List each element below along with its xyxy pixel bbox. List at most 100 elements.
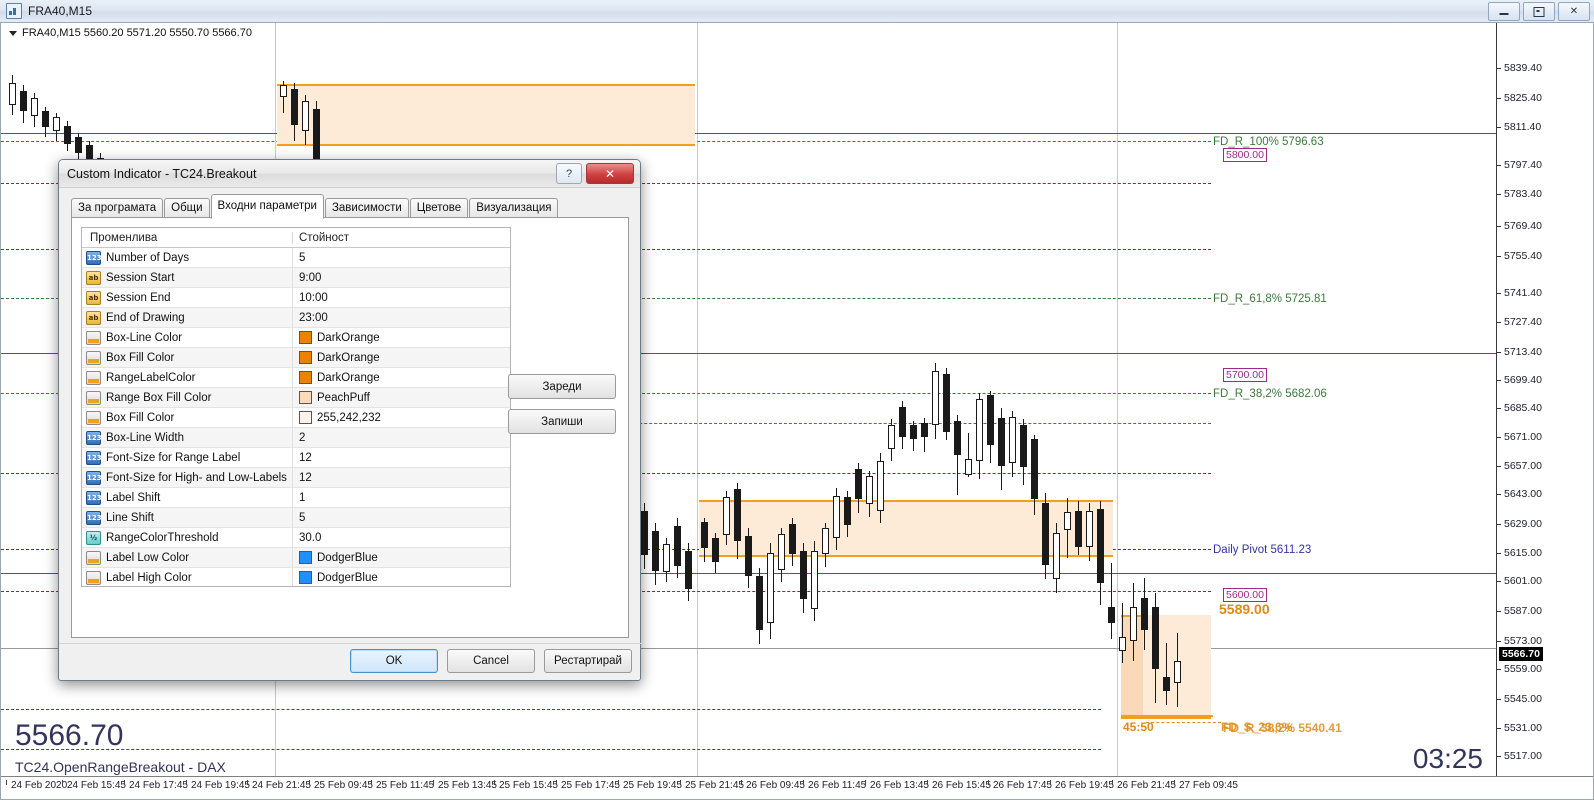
price-level-connector — [1111, 133, 1221, 134]
table-row[interactable]: Box Fill Color DarkOrange — [82, 348, 510, 368]
parameter-value-cell[interactable]: DarkOrange — [292, 368, 510, 387]
table-row[interactable]: Box-Line Color DarkOrange — [82, 328, 510, 348]
table-row[interactable]: 123 Box-Line Width 2 — [82, 428, 510, 448]
parameter-value-cell[interactable]: DarkOrange — [292, 348, 510, 367]
range-high-label: 5589.00 — [1219, 601, 1270, 617]
tab-visualization[interactable]: Визуализация — [469, 198, 559, 218]
table-row[interactable]: 123 Number of Days 5 — [82, 248, 510, 268]
parameter-value: DarkOrange — [317, 351, 380, 364]
table-row[interactable]: ½ RangeColorThreshold 30.0 — [82, 528, 510, 548]
table-row[interactable]: ab End of Drawing 23:00 — [82, 308, 510, 328]
parameter-value-cell[interactable]: 12 — [292, 468, 510, 487]
color-swatch — [299, 551, 312, 564]
parameter-label: Label Shift — [106, 491, 161, 504]
number-icon: 123 — [86, 490, 102, 505]
fib-r-618-label: FD_R_61,8% 5725.81 — [1213, 293, 1327, 305]
chart-big-price: 5566.70 — [15, 719, 124, 752]
time-tick: 26 Feb 15:45 — [927, 780, 991, 791]
time-tick: 25 Feb 15:45 — [494, 780, 558, 791]
table-row[interactable]: 123 Line Shift 5 — [82, 508, 510, 528]
parameter-value-cell[interactable]: 5 — [292, 508, 510, 527]
parameter-value: DodgerBlue — [317, 551, 378, 564]
metatrader-window: FRA40,M15 ✕ FRA40,M15 5560.20 5571.20 55… — [0, 0, 1594, 800]
restart-button[interactable]: Рестартирай — [544, 649, 632, 673]
ok-button[interactable]: OK — [350, 649, 438, 673]
price-scale[interactable]: 5839.40 5825.40 5811.40 5797.40 5783.40 … — [1496, 23, 1593, 799]
parameter-value-cell[interactable]: 9:00 — [292, 268, 510, 287]
parameter-value-cell[interactable]: 5 — [292, 248, 510, 267]
parameter-value-cell[interactable]: PeachPuff — [292, 388, 510, 407]
custom-indicator-dialog[interactable]: Custom Indicator - TC24.Breakout ? ✕ За … — [58, 159, 642, 681]
chevron-down-icon[interactable] — [9, 30, 17, 36]
table-row[interactable]: 123 Font-Size for High- and Low-Labels 12 — [82, 468, 510, 488]
help-icon[interactable]: ? — [556, 163, 582, 184]
parameter-value-cell[interactable]: 2 — [292, 428, 510, 447]
session-separator — [697, 23, 698, 777]
column-header-variable: Променлива — [90, 231, 158, 244]
chart-clock: 03:25 — [1412, 743, 1483, 774]
tab-dependencies[interactable]: Зависимости — [324, 198, 409, 218]
dialog-close-icon[interactable]: ✕ — [586, 163, 634, 184]
table-row[interactable]: 123 Label Shift 1 — [82, 488, 510, 508]
window-titlebar: FRA40,M15 ✕ — [0, 0, 1594, 23]
parameter-value-cell[interactable]: DarkOrange — [292, 328, 510, 347]
table-row[interactable]: RangeLabelColor DarkOrange — [82, 368, 510, 388]
parameter-name-cell: RangeLabelColor — [82, 370, 292, 385]
tab-inputs[interactable]: Входни параметри — [210, 194, 324, 219]
parameter-value: 10:00 — [299, 291, 328, 304]
table-row[interactable]: Label High Color DodgerBlue — [82, 568, 510, 586]
time-tick: 25 Feb 17:45 — [556, 780, 620, 791]
parameter-label: Line Shift — [106, 511, 154, 524]
fib-s-label-b: FD_R_38,2% 5540.41 — [1223, 721, 1342, 735]
close-icon[interactable]: ✕ — [1558, 2, 1590, 21]
color-swatch — [299, 331, 312, 344]
number-icon: 123 — [86, 450, 102, 465]
parameter-value: DarkOrange — [317, 371, 380, 384]
cancel-button[interactable]: Cancel — [447, 649, 535, 673]
color-icon — [86, 370, 101, 385]
time-scale[interactable]: 24 Feb 2020 24 Feb 15:45 24 Feb 17:45 24… — [1, 776, 1593, 799]
parameter-name-cell: Range Box Fill Color — [82, 390, 292, 405]
fib-line-dark — [1, 749, 1101, 750]
parameter-value-cell[interactable]: DodgerBlue — [292, 568, 510, 586]
parameter-value-cell[interactable]: 10:00 — [292, 288, 510, 307]
time-tick: 24 Feb 21:45 — [247, 780, 311, 791]
number-icon: 123 — [86, 430, 102, 445]
table-row[interactable]: ab Session Start 9:00 — [82, 268, 510, 288]
color-icon — [86, 550, 101, 565]
time-tick: 25 Feb 21:45 — [680, 780, 744, 791]
load-button[interactable]: Зареди — [508, 374, 616, 399]
parameter-label: Box Fill Color — [106, 411, 175, 424]
parameter-label: Label High Color — [106, 571, 192, 584]
parameter-name-cell: 123 Font-Size for Range Label — [82, 450, 292, 465]
parameter-value-cell[interactable]: DodgerBlue — [292, 548, 510, 567]
parameter-name-cell: ½ RangeColorThreshold — [82, 530, 292, 545]
tab-colors[interactable]: Цветове — [409, 198, 469, 218]
grid-rows: 123 Number of Days 5 ab Session Start 9:00 ab S… — [82, 248, 510, 586]
tab-common[interactable]: Общи — [164, 198, 210, 218]
minimize-icon[interactable] — [1488, 2, 1520, 21]
maximize-icon[interactable] — [1523, 2, 1555, 21]
table-row[interactable]: Range Box Fill Color PeachPuff — [82, 388, 510, 408]
table-row[interactable]: ab Session End 10:00 — [82, 288, 510, 308]
parameter-name-cell: ab End of Drawing — [82, 310, 292, 325]
parameter-value-cell[interactable]: 23:00 — [292, 308, 510, 327]
current-price-tag: 5566.70 — [1499, 647, 1543, 661]
quote-text: FRA40,M15 5560.20 5571.20 5550.70 5566.7… — [22, 27, 252, 39]
parameter-value-cell[interactable]: 12 — [292, 448, 510, 467]
fib-r-100-label: FD_R_100% 5796.63 — [1213, 136, 1324, 148]
parameters-grid[interactable]: Променлива Стойност 123 Number of Days 5 ab… — [81, 227, 511, 587]
save-button[interactable]: Запиши — [508, 409, 616, 434]
parameter-name-cell: 123 Font-Size for High- and Low-Labels — [82, 470, 292, 485]
table-row[interactable]: Box Fill Color 255,242,232 — [82, 408, 510, 428]
time-tick: 25 Feb 09:45 — [309, 780, 373, 791]
parameter-name-cell: Box-Line Color — [82, 330, 292, 345]
table-row[interactable]: Label Low Color DodgerBlue — [82, 548, 510, 568]
table-row[interactable]: 123 Font-Size for Range Label 12 — [82, 448, 510, 468]
time-tick: 24 Feb 17:45 — [124, 780, 188, 791]
dialog-separator — [59, 643, 642, 644]
parameter-value-cell[interactable]: 30.0 — [292, 528, 510, 547]
parameter-value-cell[interactable]: 1 — [292, 488, 510, 507]
parameter-value-cell[interactable]: 255,242,232 — [292, 408, 510, 427]
tab-about[interactable]: За програмата — [71, 198, 164, 218]
